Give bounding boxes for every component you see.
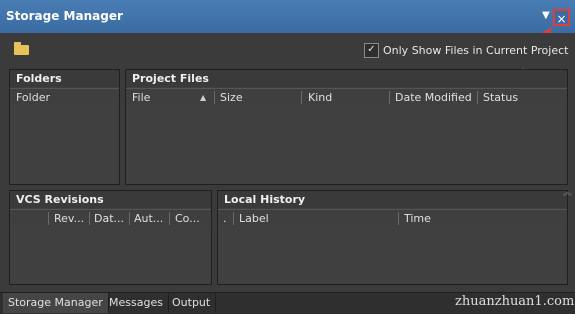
tab-output[interactable]: Output [167,293,217,313]
column-date[interactable]: Dat... [94,210,124,227]
local-history-panel-title: Local History [218,191,567,208]
watermark-text: zhuanzhuan1.com [455,294,575,309]
column-separator[interactable] [398,212,399,225]
column-folder[interactable]: Folder [16,89,50,106]
vcs-revisions-column-header: Rev... Dat... Aut... Co... [10,209,211,228]
local-history-list[interactable] [218,227,567,284]
column-status[interactable]: Status [483,89,518,106]
column-separator[interactable] [233,212,234,225]
column-separator[interactable] [214,91,215,104]
column-separator[interactable] [48,212,49,225]
toolbar: ✓ Only Show Files in Current Project [0,33,575,68]
local-history-panel: Local History . Label Time [217,190,568,285]
bottom-tab-bar: Storage Manager Messages Output zhuanzhu… [0,292,575,314]
column-date-modified[interactable]: Date Modified [395,89,472,106]
column-size[interactable]: Size [220,89,243,106]
column-separator[interactable] [129,212,130,225]
column-revision[interactable]: Rev... [54,210,84,227]
tab-storage-manager[interactable]: Storage Manager [3,293,109,313]
column-separator[interactable] [169,212,170,225]
close-button[interactable]: × [553,9,570,26]
open-folder-icon[interactable] [14,42,29,55]
sort-ascending-icon: ▲ [200,93,207,102]
column-author[interactable]: Aut... [134,210,163,227]
column-dot[interactable]: . [223,210,227,227]
column-kind[interactable]: Kind [308,89,332,106]
vcs-revisions-panel-title: VCS Revisions [10,191,211,208]
project-files-list[interactable] [126,106,567,184]
folders-column-header: Folder [10,88,119,107]
column-separator[interactable] [389,91,390,104]
vcs-revisions-list[interactable] [10,227,211,284]
column-separator[interactable] [89,212,90,225]
folders-list[interactable] [10,106,119,184]
column-separator[interactable] [301,91,302,104]
project-files-column-header: File ▲ Size Kind Date Modified Status [126,88,567,107]
project-files-panel-title: Project Files [126,70,567,87]
panel-menu-dropdown-icon[interactable]: ▼ [542,10,550,21]
only-show-current-project-checkbox[interactable]: ✓ [364,43,379,58]
tab-messages[interactable]: Messages [104,293,169,313]
column-label[interactable]: Label [239,210,269,227]
column-file[interactable]: File [132,89,150,106]
panel-title-bar: Storage Manager ▼ × [0,0,575,34]
only-show-current-project-label[interactable]: Only Show Files in Current Project [383,44,568,57]
folders-panel-title: Folders [10,70,119,87]
collapse-splitter-icon[interactable]: ︽ [563,189,572,198]
column-separator[interactable] [477,91,478,104]
project-files-panel: Project Files File ▲ Size Kind Date Modi… [125,69,568,185]
folders-panel: Folders Folder [9,69,120,185]
panel-title: Storage Manager [6,9,123,23]
local-history-column-header: . Label Time [218,209,567,228]
column-time[interactable]: Time [404,210,431,227]
vcs-revisions-panel: VCS Revisions Rev... Dat... Aut... Co... [9,190,212,285]
column-comment[interactable]: Co... [175,210,200,227]
